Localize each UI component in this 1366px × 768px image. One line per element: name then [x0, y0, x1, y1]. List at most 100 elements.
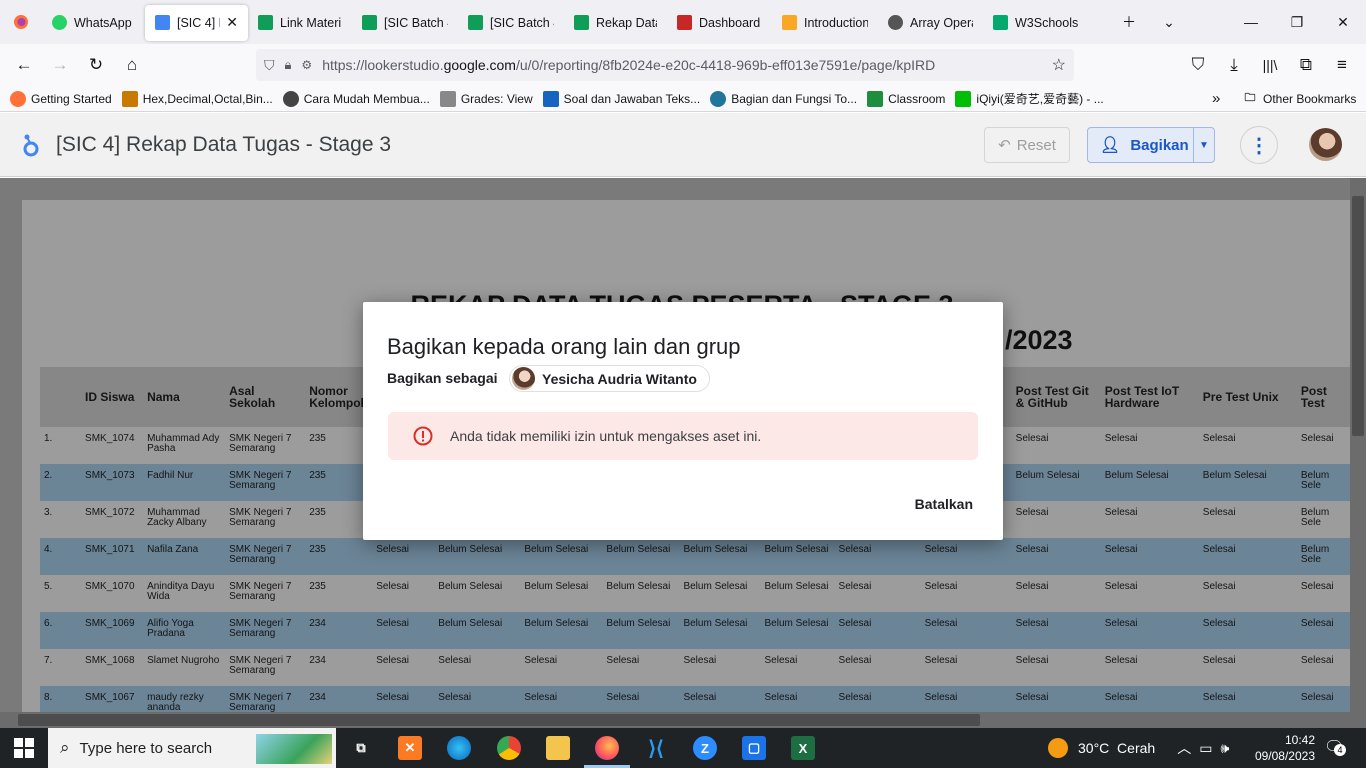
browser-tab[interactable]: [SIC 4] Re ✕ — [145, 4, 248, 41]
firefox-view-icon[interactable] — [0, 0, 42, 44]
column-header[interactable]: ID Siswa — [81, 367, 144, 427]
table-cell: Selesai — [920, 686, 1012, 712]
minimize-button[interactable]: — — [1228, 0, 1274, 44]
xampp-icon[interactable]: ✕ — [398, 736, 422, 760]
browser-tab[interactable]: WhatsApp — [42, 5, 145, 41]
bookmark-item[interactable]: Bagian dan Fungsi To... — [710, 90, 857, 107]
more-bookmarks-icon[interactable]: » — [1212, 90, 1220, 107]
browser-tab[interactable]: [SIC Batch 4 — [352, 5, 458, 41]
column-header[interactable]: Asal Sekolah — [225, 367, 306, 427]
downloads-icon[interactable]: ⤓ — [1216, 49, 1252, 81]
table-cell: Selesai — [1296, 612, 1352, 649]
windows-start-icon[interactable] — [14, 738, 34, 761]
permissions-icon[interactable]: ⚙ — [301, 58, 312, 72]
firefox-icon[interactable] — [595, 736, 619, 760]
pocket-icon[interactable]: ⛉ — [1180, 49, 1216, 81]
bookmark-item[interactable]: Cara Mudah Membua... — [282, 90, 430, 107]
close-tab-icon[interactable]: ✕ — [226, 14, 238, 31]
column-header[interactable]: Post Test IoT Hardware — [1100, 367, 1199, 427]
search-placeholder: Type here to search — [79, 739, 213, 757]
system-tray: 30°C Cerah ︿ ▭ 🕪︎ — [1048, 728, 1229, 768]
user-chip[interactable]: Yesicha Audria Witanto — [509, 365, 710, 392]
column-header[interactable] — [40, 367, 82, 427]
weather-text[interactable]: 30°C Cerah — [1078, 740, 1155, 756]
browser-tab[interactable]: Dashboard - — [667, 5, 772, 41]
notification-icon[interactable]: 🗨︎4 — [1324, 737, 1346, 757]
table-cell: Selesai — [1198, 612, 1297, 649]
table-row[interactable]: 7. SMK_1068 Slamet Nugroho SMK Negeri 7 Sem… — [40, 649, 1352, 686]
url-bar[interactable]: ⛉ 🔒︎ ⚙ https://lookerstudio.google.com/u… — [256, 49, 1074, 81]
table-cell: Selesai — [1296, 686, 1352, 712]
share-dropdown-icon[interactable]: ▼ — [1193, 128, 1214, 162]
table-row[interactable]: 6. SMK_1069 Alifio Yoga Pradana SMK Negeri … — [40, 612, 1352, 649]
other-bookmarks[interactable]: 🗀 Other Bookmarks — [1242, 91, 1357, 107]
bookmark-item[interactable]: Hex,Decimal,Octal,Bin... — [121, 90, 273, 107]
table-cell: Aninditya Dayu Wida — [143, 575, 226, 612]
lock-icon[interactable]: 🔒︎ — [285, 57, 292, 73]
vscode-icon[interactable]: ⟩⟨ — [644, 736, 668, 760]
list-tabs-icon[interactable]: ⌄ — [1146, 0, 1192, 44]
reload-icon[interactable]: ↻ — [78, 49, 114, 81]
column-header[interactable]: Post Test — [1296, 367, 1352, 427]
task-view-icon[interactable]: ⧉ — [349, 736, 373, 760]
sheets-icon — [258, 15, 273, 30]
table-cell: SMK_1072 — [81, 501, 144, 538]
clock[interactable]: 10:42 09/08/2023 — [1245, 732, 1315, 764]
looker-studio-logo-icon[interactable] — [20, 133, 42, 157]
zoom-icon[interactable]: Z — [693, 736, 717, 760]
search-highlight-image — [256, 734, 332, 764]
horizontal-scrollbar[interactable] — [0, 712, 1366, 728]
more-options-icon[interactable]: ⋮ — [1240, 126, 1278, 164]
network-icon[interactable]: ▭ — [1199, 740, 1212, 757]
column-header[interactable]: Post Test Git & GitHub — [1011, 367, 1101, 427]
browser-tab[interactable]: W3Schools — [983, 5, 1089, 41]
table-cell: Selesai — [920, 649, 1012, 686]
column-header[interactable]: Nama — [143, 367, 226, 427]
bookmark-item[interactable]: Grades: View — [439, 90, 533, 107]
table-row[interactable]: 4. SMK_1071 Nafila Zana SMK Negeri 7 Semara… — [40, 538, 1352, 575]
show-hidden-icons-icon[interactable]: ︿ — [1177, 738, 1191, 758]
taskbar-search-box[interactable]: ⌕ Type here to search — [48, 728, 336, 768]
shield-icon[interactable]: ⛉ — [264, 57, 275, 74]
bookmark-item[interactable]: Soal dan Jawaban Teks... — [542, 90, 700, 107]
bookmark-item[interactable]: iQiyi(爱奇艺,爱奇藝) - ... — [955, 90, 1104, 107]
vertical-scrollbar[interactable] — [1350, 178, 1366, 712]
browser-tab[interactable]: [SIC Batch 4 — [458, 5, 564, 41]
bookmark-star-icon[interactable]: ☆ — [1052, 55, 1066, 75]
menu-icon[interactable]: ≡ — [1324, 49, 1360, 81]
share-button[interactable]: 👤︎ Bagikan ▼ — [1087, 127, 1215, 163]
table-row[interactable]: 5. SMK_1070 Aninditya Dayu Wida SMK Negeri … — [40, 575, 1352, 612]
table-cell: 3. — [40, 501, 82, 538]
home-icon[interactable]: ⌂ — [114, 49, 150, 81]
table-cell: Selesai — [372, 575, 435, 612]
excel-icon[interactable]: X — [791, 736, 815, 760]
extensions-icon[interactable]: ⧉ — [1288, 49, 1324, 81]
volume-icon[interactable]: 🕪︎ — [1220, 740, 1229, 757]
table-cell: Belum Selesai — [602, 575, 680, 612]
forward-icon[interactable]: → — [42, 49, 78, 81]
restore-button[interactable]: ❐ — [1274, 0, 1320, 44]
close-window-button[interactable]: ✕ — [1320, 0, 1366, 44]
table-row[interactable]: 8. SMK_1067 maudy rezky ananda SMK Negeri 7… — [40, 686, 1352, 712]
weather-sun-icon[interactable] — [1048, 738, 1068, 758]
browser-tab[interactable]: Rekap Data — [564, 5, 667, 41]
browser-tab[interactable]: Link Materi, — [248, 5, 352, 41]
reset-button[interactable]: ↶ Reset — [984, 127, 1070, 163]
edge-icon[interactable] — [447, 736, 471, 760]
browser-tab[interactable]: Introduction — [772, 5, 878, 41]
avatar[interactable] — [1309, 128, 1342, 161]
table-cell: Nafila Zana — [143, 538, 226, 575]
bookmark-item[interactable]: Getting Started — [10, 90, 112, 107]
cancel-button[interactable]: Batalkan — [915, 496, 973, 512]
bookmark-item[interactable]: Classroom — [867, 90, 945, 107]
library-icon[interactable]: |||\ — [1252, 49, 1288, 81]
back-icon[interactable]: ← — [6, 49, 42, 81]
chrome-icon[interactable] — [497, 736, 521, 760]
file-explorer-icon[interactable] — [546, 736, 570, 760]
column-header[interactable]: Pre Test Unix — [1198, 367, 1297, 427]
browser-tab[interactable]: Array Opera — [878, 5, 983, 41]
report-title[interactable]: [SIC 4] Rekap Data Tugas - Stage 3 — [56, 133, 391, 157]
table-cell: 234 — [305, 649, 373, 686]
remote-desktop-icon[interactable]: ▢ — [742, 736, 766, 760]
search-icon: ⌕ — [60, 738, 70, 757]
